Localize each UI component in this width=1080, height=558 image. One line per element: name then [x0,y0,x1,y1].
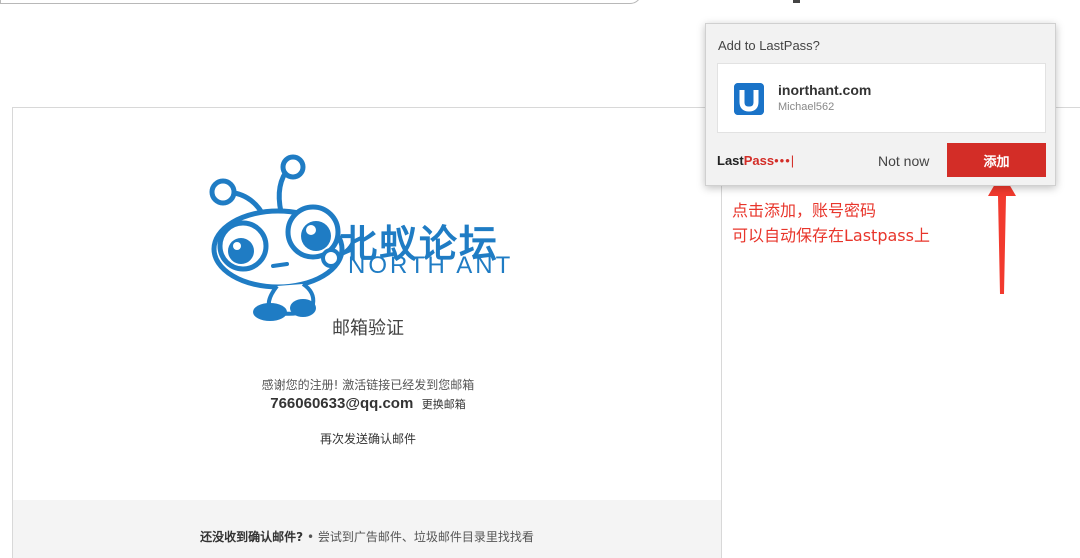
verification-card: 北蚁论坛 NORTH ANT 邮箱验证 感谢您的注册! 激活链接已经发到您邮箱 … [12,107,722,558]
annotation-line-2: 可以自动保存在Lastpass上 [732,226,930,245]
lastpass-popup: Add to LastPass? inorthant.com Michael56… [705,23,1056,186]
email-line: 766060633@qq.com 更换邮箱 [13,395,723,412]
tip-bold-text: 还没收到确认邮件? [200,530,304,544]
tip-bar: 还没收到确认邮件? • 尝试到广告邮件、垃圾邮件目录里找找看 [13,500,721,558]
lastpass-username: Michael562 [778,101,835,113]
email-address: 766060633@qq.com [270,395,414,412]
logo-english-text: NORTH ANT [348,252,514,279]
lastpass-logo: LastPass•••| [717,153,795,168]
lastpass-site-name: inorthant.com [778,82,872,98]
resend-confirmation-link[interactable]: 再次发送确认邮件 [13,430,723,447]
lastpass-site-card[interactable]: inorthant.com Michael562 [717,63,1046,133]
lastpass-logo-dots: •••| [774,153,796,168]
browser-top-strip [0,0,1080,6]
toolbar-marker [793,0,800,3]
change-email-link[interactable]: 更换邮箱 [422,398,466,411]
annotation-text: 点击添加，账号密码 可以自动保存在Lastpass上 [732,198,930,248]
page-title: 邮箱验证 [332,318,404,339]
annotation-arrow-icon [988,172,1016,294]
registration-info: 感谢您的注册! 激活链接已经发到您邮箱 [261,378,475,392]
add-button[interactable]: 添加 [947,143,1046,177]
tip-text: 还没收到确认邮件? • 尝试到广告邮件、垃圾邮件目录里找找看 [13,528,721,545]
not-now-button[interactable]: Not now [878,153,929,169]
lastpass-logo-pass: Pass [743,153,775,168]
tip-rest-text: • 尝试到广告邮件、垃圾邮件目录里找找看 [303,530,534,544]
annotation-line-1: 点击添加，账号密码 [732,201,877,220]
lastpass-popup-title: Add to LastPass? [718,38,820,53]
u-logo-icon [734,83,764,115]
lastpass-logo-last: Last [717,153,744,168]
address-bar[interactable] [0,0,642,4]
